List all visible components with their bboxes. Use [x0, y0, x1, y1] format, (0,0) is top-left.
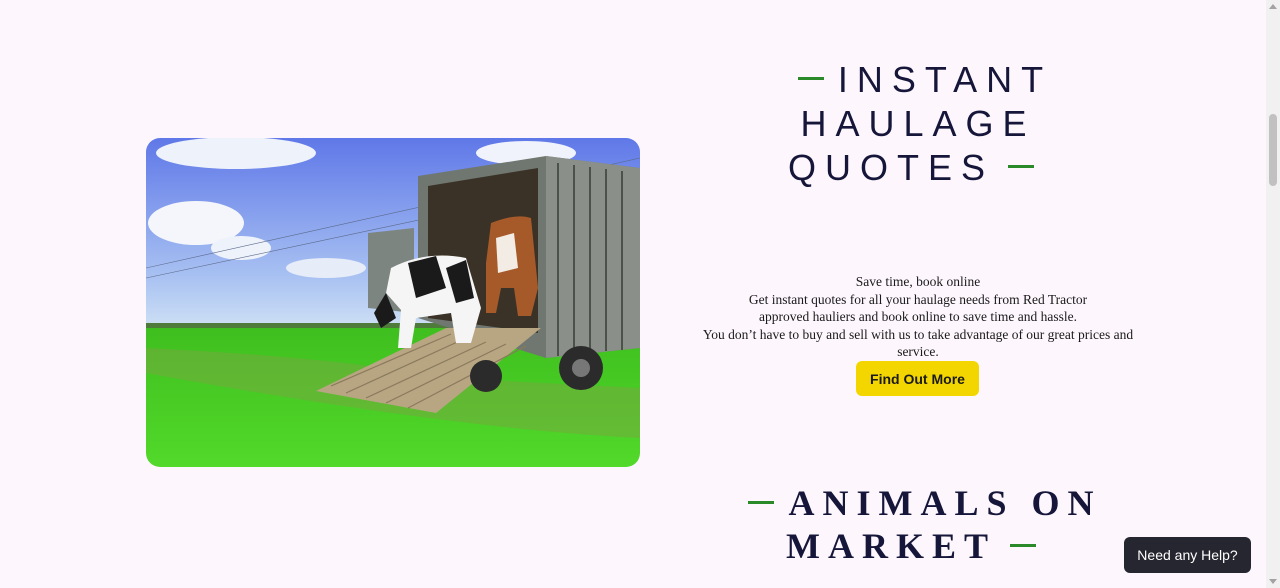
- accent-dash: [1010, 544, 1036, 548]
- heading-text: HAULAGE: [800, 103, 1036, 144]
- heading-line: QUOTES: [700, 146, 1136, 190]
- scroll-down-arrow-icon[interactable]: [1269, 579, 1277, 584]
- cattle-trailer-image: [146, 138, 640, 467]
- description-line: approved hauliers and book online to sav…: [759, 309, 1077, 324]
- scroll-up-arrow-icon[interactable]: [1269, 4, 1277, 9]
- heading-line: HAULAGE: [700, 102, 1136, 146]
- accent-dash: [748, 501, 775, 505]
- description-line: You don’t have to buy and sell with us t…: [702, 326, 1134, 360]
- heading-line: ANIMALS ON: [700, 482, 1136, 525]
- heading-line: MARKET: [700, 525, 1136, 568]
- animals-on-market-heading: ANIMALS ON MARKET: [700, 482, 1136, 568]
- need-help-button[interactable]: Need any Help?: [1124, 537, 1251, 573]
- haulage-description: Save time, book online Get instant quote…: [688, 273, 1148, 361]
- heading-text: MARKET: [786, 526, 996, 566]
- tagline: Save time, book online: [855, 274, 981, 289]
- accent-dash: [1008, 164, 1034, 168]
- accent-dash: [797, 76, 824, 80]
- find-out-more-button[interactable]: Find Out More: [856, 361, 979, 396]
- heading-line: INSTANT: [700, 58, 1136, 102]
- description-line: Get instant quotes for all your haulage …: [748, 291, 1088, 307]
- scrollbar-thumb[interactable]: [1269, 114, 1277, 186]
- heading-text: QUOTES: [787, 147, 994, 188]
- heading-text: ANIMALS ON: [788, 483, 1102, 523]
- page-scrollbar[interactable]: [1266, 0, 1280, 588]
- instant-haulage-heading: INSTANT HAULAGE QUOTES: [700, 58, 1136, 190]
- heading-text: INSTANT: [837, 59, 1053, 100]
